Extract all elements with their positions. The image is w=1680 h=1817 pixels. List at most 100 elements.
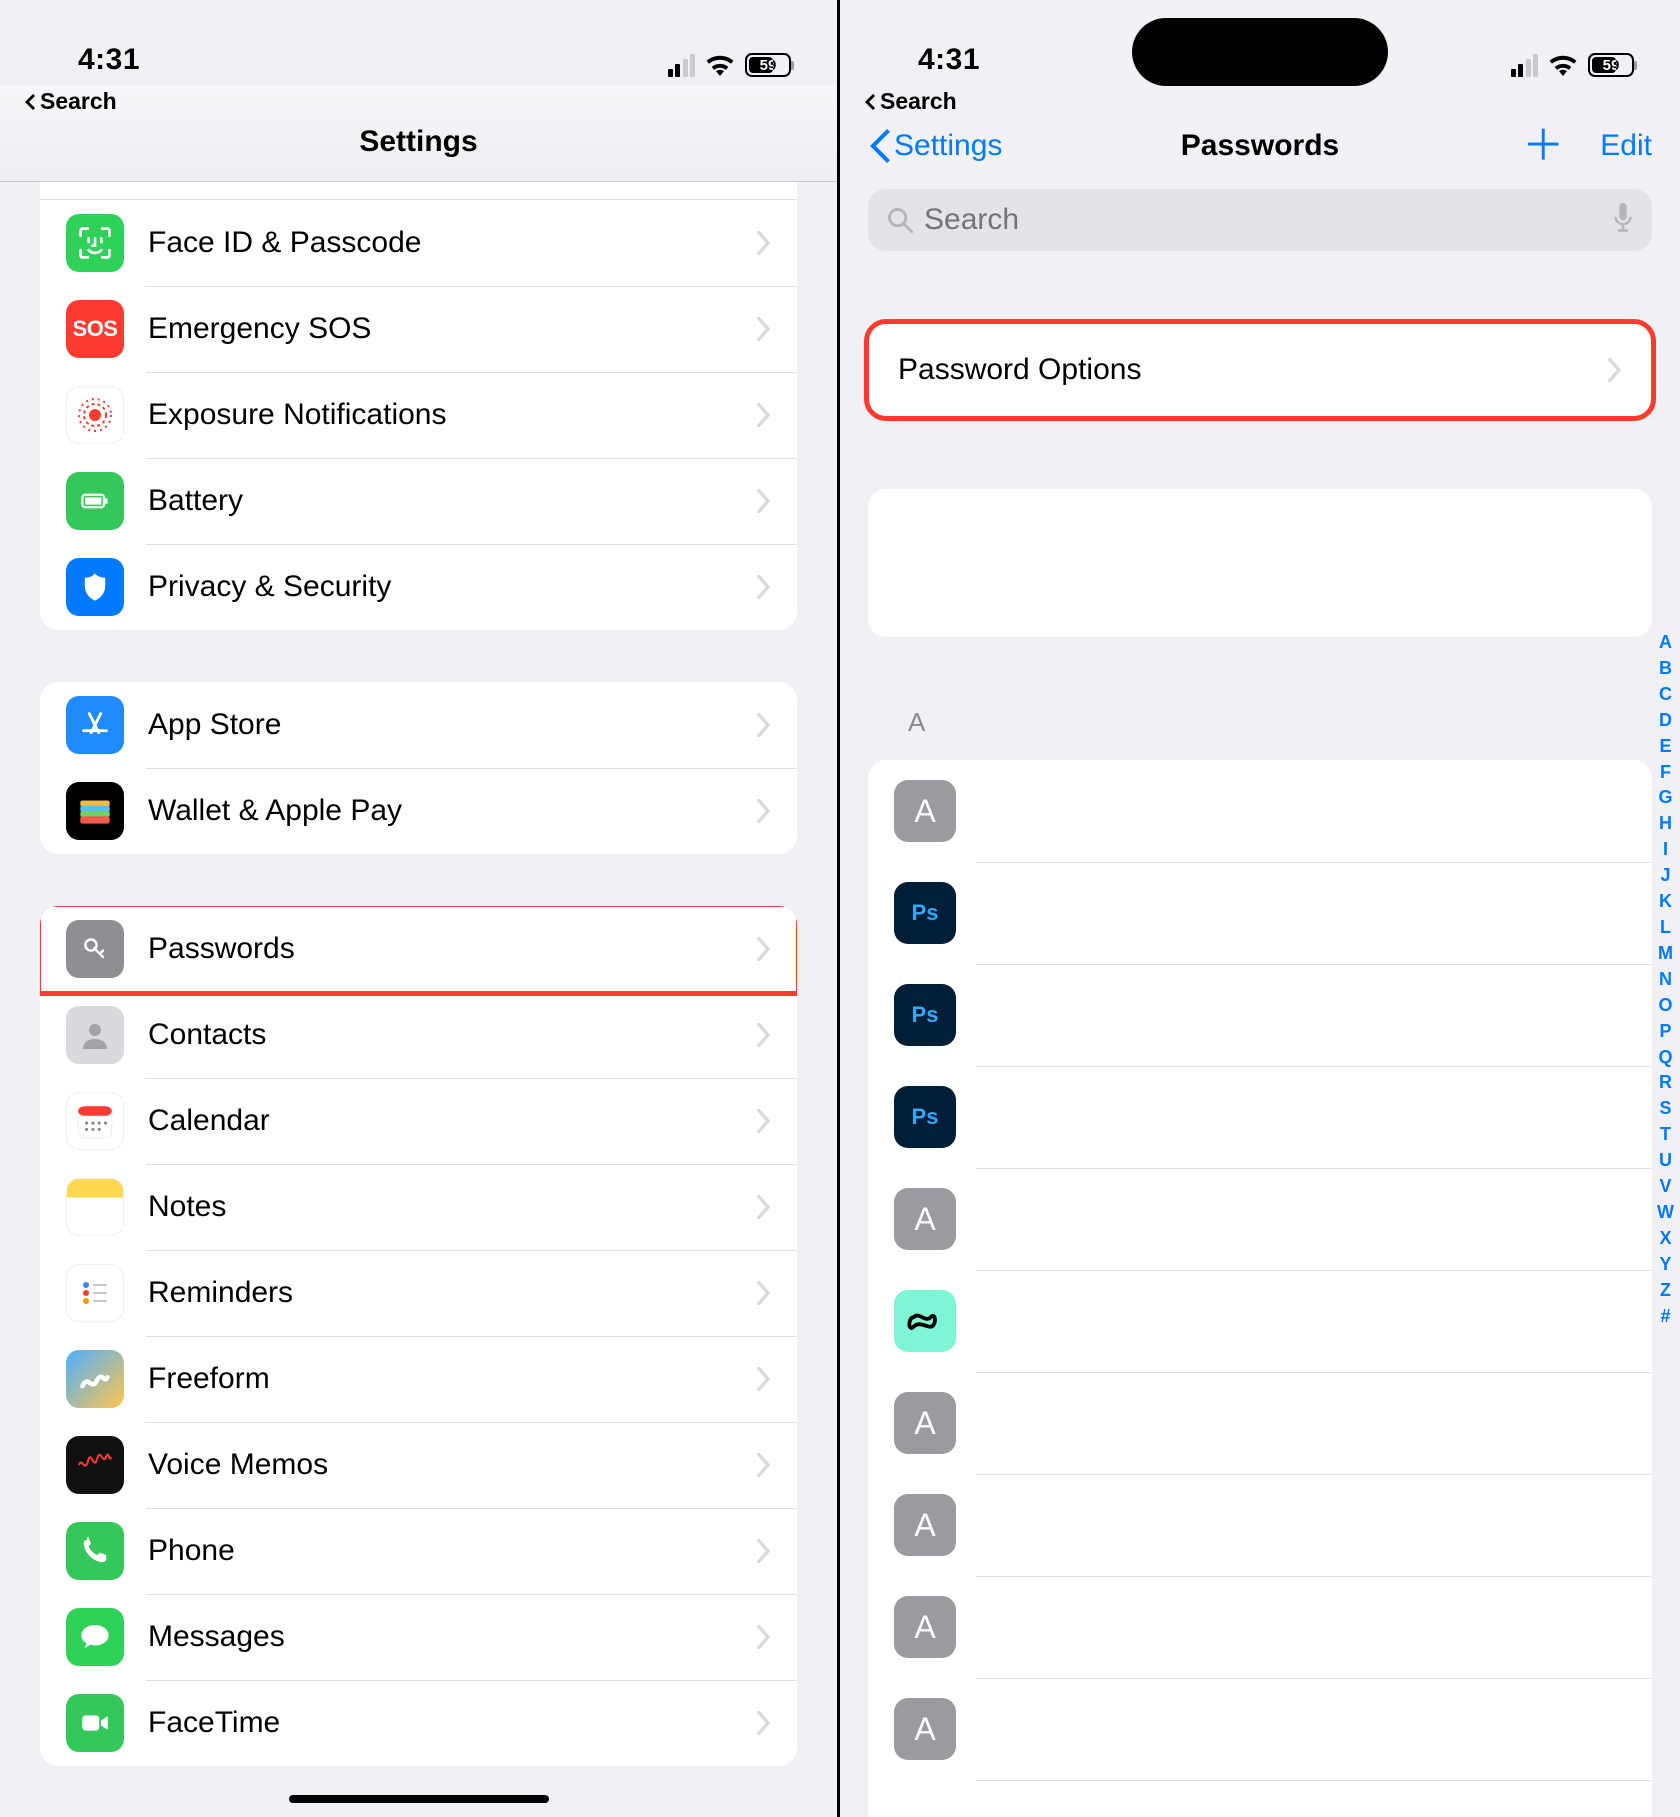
index-#[interactable]: # bbox=[1660, 1304, 1670, 1330]
settings-row-battery[interactable]: Battery bbox=[40, 458, 797, 544]
battery-icon: 59 bbox=[745, 53, 791, 77]
status-time: 4:31 bbox=[78, 43, 140, 77]
settings-row-freeform[interactable]: Freeform bbox=[40, 1336, 797, 1422]
settings-row-facetime[interactable]: FaceTime bbox=[40, 1680, 797, 1766]
index-Z[interactable]: Z bbox=[1660, 1278, 1671, 1304]
settings-row-notes[interactable]: Notes bbox=[40, 1164, 797, 1250]
status-bar: 4:31 59 Search bbox=[0, 0, 837, 85]
settings-row-appstore[interactable]: App Store bbox=[40, 682, 797, 768]
index-W[interactable]: W bbox=[1657, 1200, 1674, 1226]
chevron-right-icon bbox=[757, 937, 771, 961]
password-options-row[interactable]: Password Options bbox=[868, 323, 1652, 417]
index-K[interactable]: K bbox=[1659, 889, 1672, 915]
index-rail[interactable]: ABCDEFGHIJKLMNOPQRSTUVWXYZ# bbox=[1657, 630, 1674, 1329]
settings-row-contacts[interactable]: Contacts bbox=[40, 992, 797, 1078]
home-indicator bbox=[289, 1795, 549, 1803]
chevron-right-icon bbox=[757, 1367, 771, 1391]
password-row[interactable]: A bbox=[868, 1372, 1652, 1474]
index-Q[interactable]: Q bbox=[1658, 1045, 1672, 1071]
password-row[interactable] bbox=[868, 1780, 1652, 1817]
index-O[interactable]: O bbox=[1658, 993, 1672, 1019]
settings-row-keys[interactable]: Passwords bbox=[40, 906, 797, 992]
screen-passwords: 4:31 59 Search Settings Passwords ＋ Edit… bbox=[840, 0, 1680, 1817]
section-header-a: A bbox=[908, 707, 1652, 738]
search-bar[interactable] bbox=[868, 189, 1652, 251]
passwords-content: Password Options A APsPsPsAAAAA bbox=[840, 323, 1680, 1817]
index-G[interactable]: G bbox=[1658, 785, 1672, 811]
index-H[interactable]: H bbox=[1659, 811, 1672, 837]
settings-row-messages[interactable]: Messages bbox=[40, 1594, 797, 1680]
index-A[interactable]: A bbox=[1659, 630, 1672, 656]
mic-icon[interactable] bbox=[1612, 203, 1634, 238]
index-N[interactable]: N bbox=[1659, 967, 1672, 993]
password-row[interactable]: Ps bbox=[868, 1066, 1652, 1168]
password-row[interactable] bbox=[868, 1270, 1652, 1372]
status-icons: 59 bbox=[668, 53, 792, 77]
row-label: Contacts bbox=[148, 1018, 757, 1052]
index-L[interactable]: L bbox=[1660, 915, 1671, 941]
settings-row-wallet[interactable]: Wallet & Apple Pay bbox=[40, 768, 797, 854]
appstore-icon bbox=[66, 696, 124, 754]
index-P[interactable]: P bbox=[1659, 1019, 1671, 1045]
row-label: Calendar bbox=[148, 1104, 757, 1138]
index-X[interactable]: X bbox=[1659, 1226, 1671, 1252]
breadcrumb-back-search[interactable]: Search bbox=[862, 88, 957, 115]
settings-row-calendar[interactable]: Calendar bbox=[40, 1078, 797, 1164]
status-time: 4:31 bbox=[918, 43, 980, 77]
site-icon: A bbox=[894, 1494, 956, 1556]
site-icon: A bbox=[894, 780, 956, 842]
index-C[interactable]: C bbox=[1659, 682, 1672, 708]
dynamic-island bbox=[1132, 18, 1388, 86]
index-J[interactable]: J bbox=[1660, 863, 1670, 889]
site-icon: A bbox=[894, 1698, 956, 1760]
site-icon: Ps bbox=[894, 984, 956, 1046]
settings-row-sos[interactable]: SOSEmergency SOS bbox=[40, 286, 797, 372]
search-input[interactable] bbox=[924, 203, 1602, 237]
index-S[interactable]: S bbox=[1659, 1096, 1671, 1122]
keys-icon bbox=[66, 920, 124, 978]
index-Y[interactable]: Y bbox=[1659, 1252, 1671, 1278]
password-row[interactable]: Ps bbox=[868, 862, 1652, 964]
settings-row-faceid[interactable]: Face ID & Passcode bbox=[40, 200, 797, 286]
site-icon: A bbox=[894, 1392, 956, 1454]
index-M[interactable]: M bbox=[1658, 941, 1673, 967]
breadcrumb-back-search[interactable]: Search bbox=[22, 88, 117, 115]
reminders-icon bbox=[66, 1264, 124, 1322]
password-row[interactable]: Ps bbox=[868, 964, 1652, 1066]
password-row[interactable]: A bbox=[868, 1168, 1652, 1270]
password-row[interactable]: A bbox=[868, 760, 1652, 862]
settings-row-exposure[interactable]: Exposure Notifications bbox=[40, 372, 797, 458]
settings-row-voicememos[interactable]: Voice Memos bbox=[40, 1422, 797, 1508]
battery-icon bbox=[66, 472, 124, 530]
messages-icon bbox=[66, 1608, 124, 1666]
settings-row-phone[interactable]: Phone bbox=[40, 1508, 797, 1594]
chevron-right-icon bbox=[757, 1281, 771, 1305]
password-row[interactable]: A bbox=[868, 1678, 1652, 1780]
index-E[interactable]: E bbox=[1659, 734, 1671, 760]
index-V[interactable]: V bbox=[1659, 1174, 1671, 1200]
settings-row-privacy[interactable]: Privacy & Security bbox=[40, 544, 797, 630]
back-button[interactable]: Settings bbox=[868, 129, 1002, 163]
index-I[interactable]: I bbox=[1663, 837, 1668, 863]
screen-settings: 4:31 59 Search Settings Face ID & Passco… bbox=[0, 0, 840, 1817]
password-row[interactable]: A bbox=[868, 1474, 1652, 1576]
index-R[interactable]: R bbox=[1659, 1070, 1672, 1096]
site-icon bbox=[894, 1290, 956, 1352]
chevron-right-icon bbox=[757, 489, 771, 513]
facetime-icon bbox=[66, 1694, 124, 1752]
index-F[interactable]: F bbox=[1660, 760, 1671, 786]
index-D[interactable]: D bbox=[1659, 708, 1672, 734]
edit-button[interactable]: Edit bbox=[1600, 129, 1652, 163]
index-U[interactable]: U bbox=[1659, 1148, 1672, 1174]
row-label: Voice Memos bbox=[148, 1448, 757, 1482]
add-button[interactable]: ＋ bbox=[1522, 125, 1564, 167]
contacts-icon bbox=[66, 1006, 124, 1064]
chevron-right-icon bbox=[757, 713, 771, 737]
wifi-icon bbox=[1548, 54, 1578, 76]
chevron-right-icon bbox=[757, 1625, 771, 1649]
password-row[interactable]: A bbox=[868, 1576, 1652, 1678]
index-B[interactable]: B bbox=[1659, 656, 1672, 682]
index-T[interactable]: T bbox=[1660, 1122, 1671, 1148]
settings-row-reminders[interactable]: Reminders bbox=[40, 1250, 797, 1336]
battery-icon: 59 bbox=[1588, 53, 1634, 77]
